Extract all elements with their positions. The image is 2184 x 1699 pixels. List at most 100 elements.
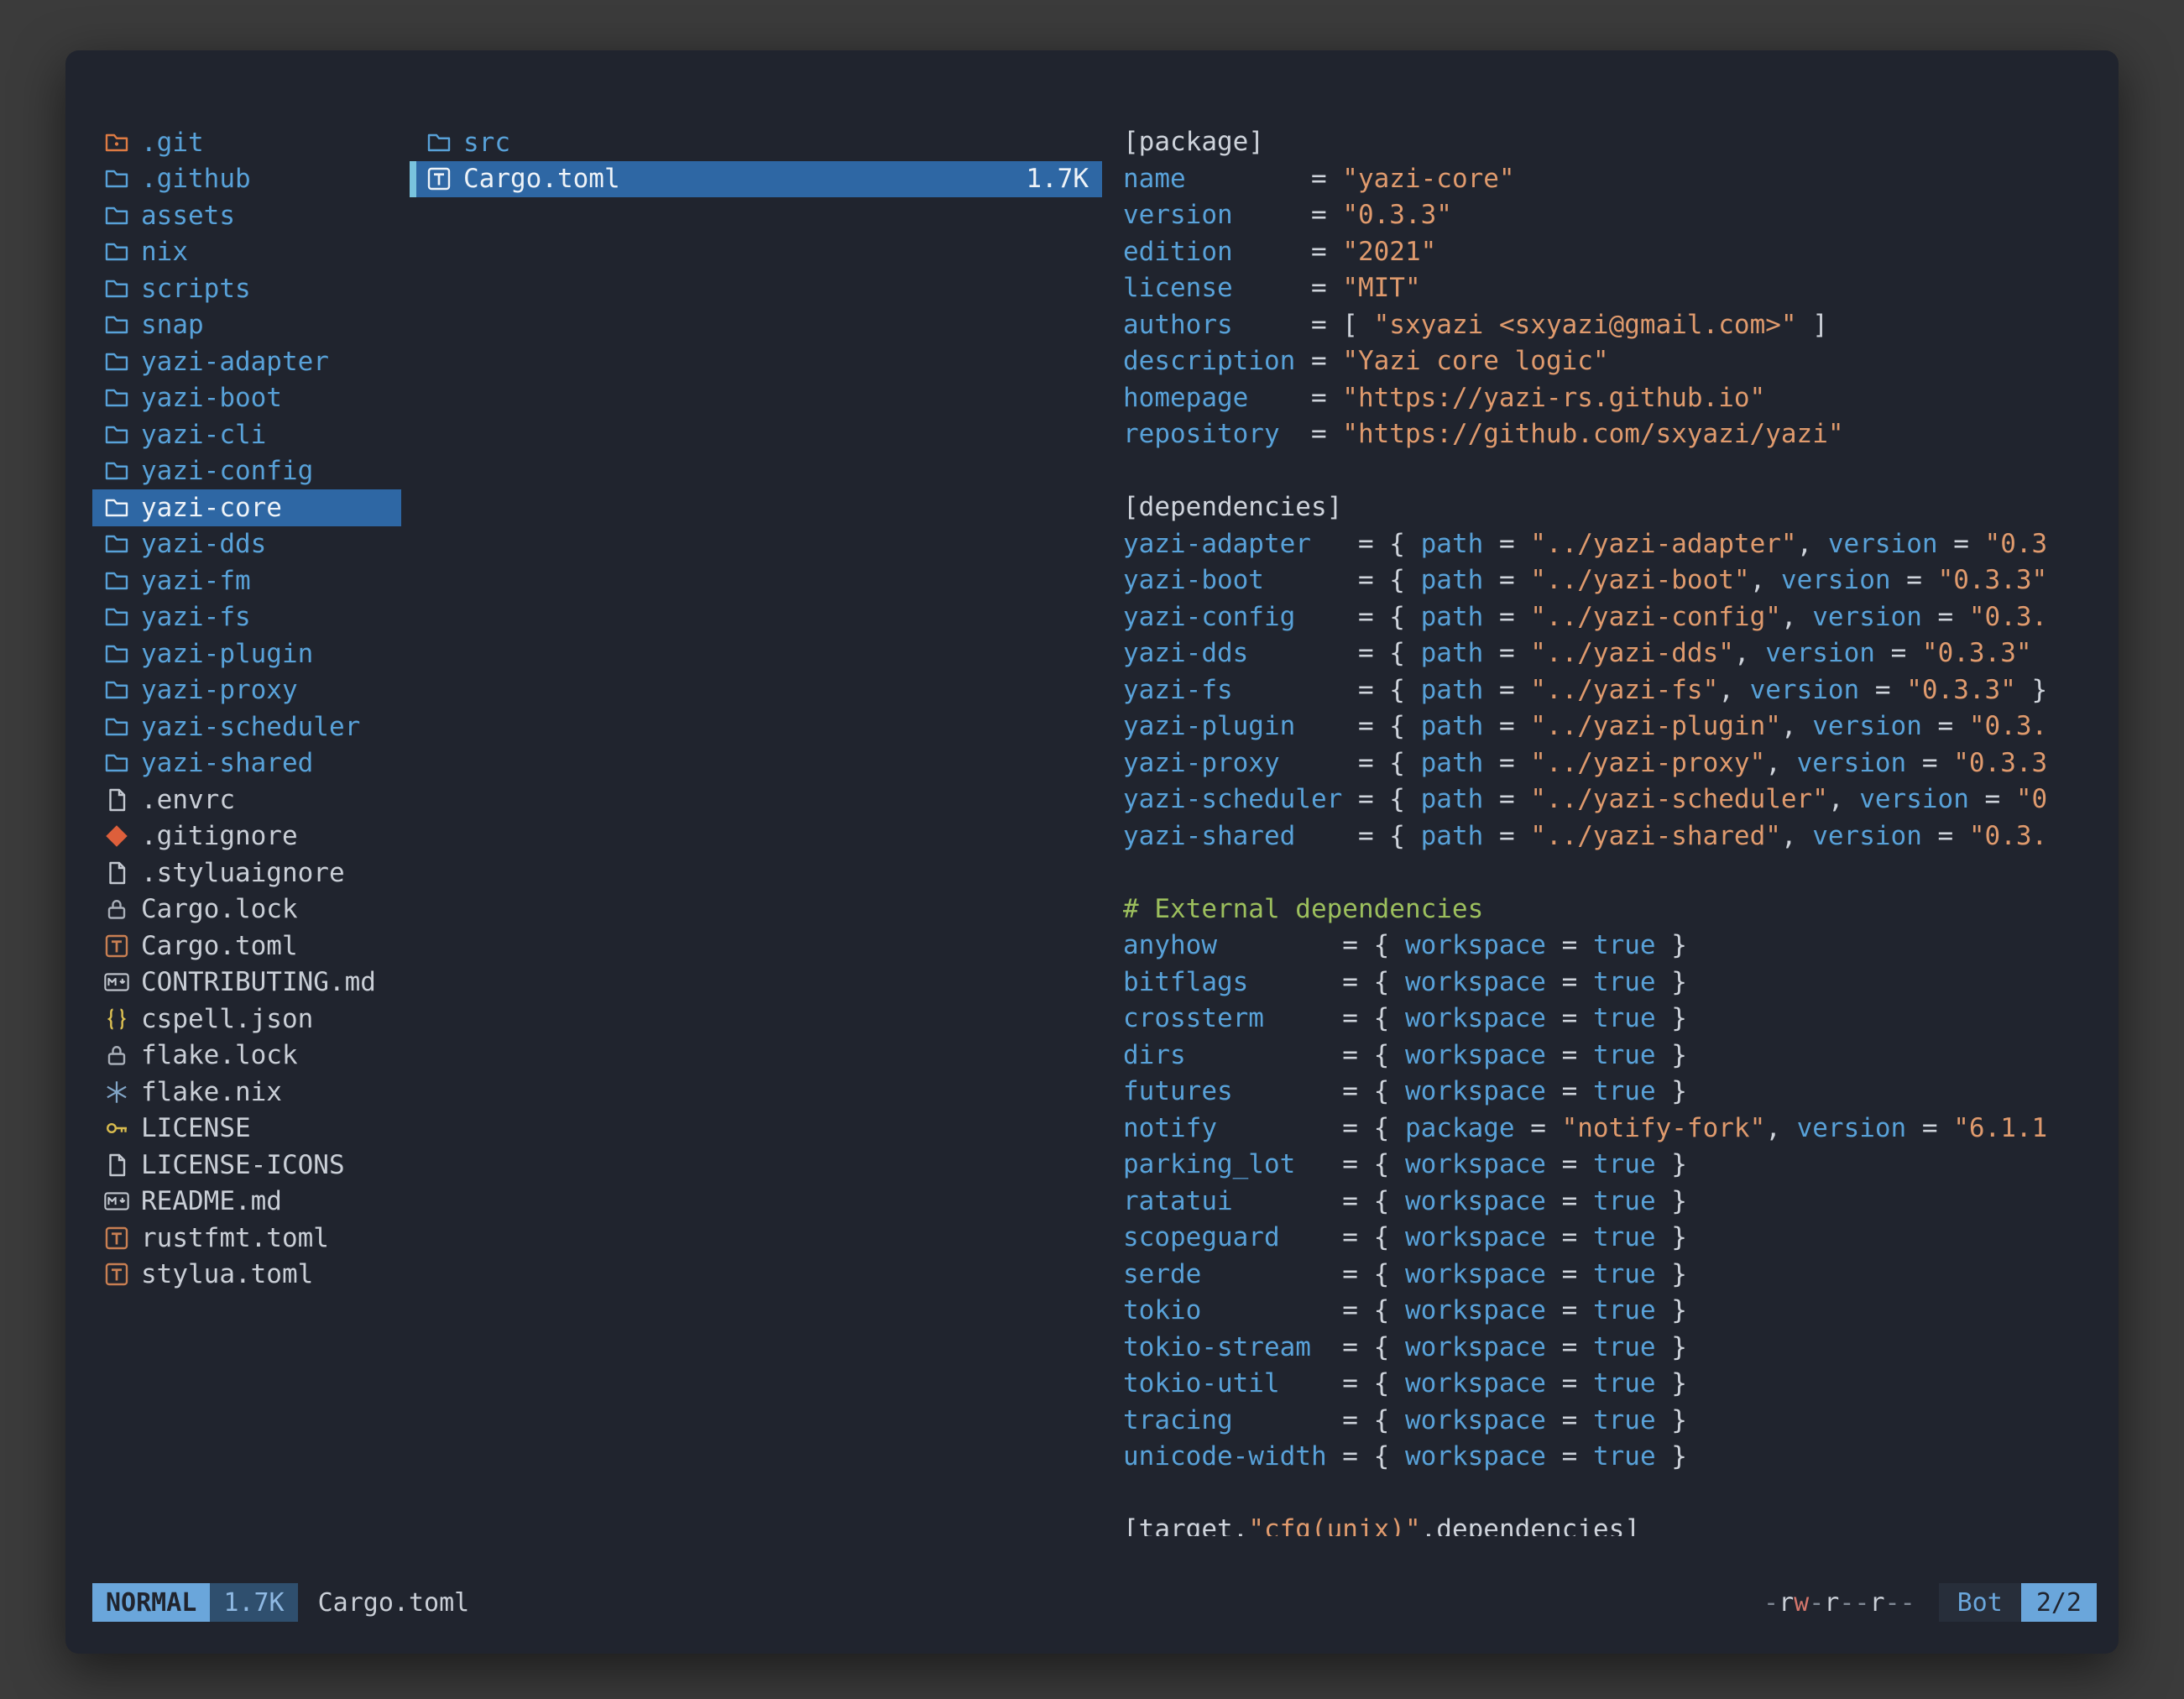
lock-icon bbox=[99, 897, 134, 922]
preview-line bbox=[1123, 453, 2097, 490]
file-row[interactable]: LICENSE bbox=[92, 1111, 401, 1147]
file-row[interactable]: src bbox=[410, 124, 1102, 161]
preview-line: edition = "2021" bbox=[1123, 234, 2097, 271]
status-filename: Cargo.toml bbox=[318, 1588, 470, 1618]
toml-icon bbox=[99, 1226, 134, 1251]
file-row[interactable]: assets bbox=[92, 197, 401, 234]
file-name: yazi-core bbox=[141, 493, 282, 523]
preview-line: crossterm = { workspace = true } bbox=[1123, 1001, 2097, 1038]
preview-line: repository = "https://github.com/sxyazi/… bbox=[1123, 416, 2097, 453]
file-name: yazi-boot bbox=[141, 383, 282, 413]
scroll-position-badge: Bot bbox=[1939, 1583, 2021, 1622]
parent-pane: .git.githubassetsnix scripts snapyazi-adap… bbox=[92, 124, 401, 1536]
file-row[interactable]: Cargo.toml bbox=[92, 928, 401, 965]
file-name: snap bbox=[141, 310, 204, 340]
file-row[interactable]: CONTRIBUTING.md bbox=[92, 965, 401, 1001]
file-row[interactable]: flake.lock bbox=[92, 1038, 401, 1074]
file-row[interactable]: .github bbox=[92, 161, 401, 198]
file-row[interactable]: .envrc bbox=[92, 782, 401, 818]
preview-line: dirs = { workspace = true } bbox=[1123, 1038, 2097, 1074]
file-row[interactable]: snap bbox=[92, 307, 401, 344]
mode-indicator: NORMAL bbox=[92, 1583, 210, 1622]
folder-icon bbox=[99, 203, 134, 228]
cursor-counter-badge: 2/2 bbox=[2021, 1583, 2097, 1622]
markdown-icon bbox=[99, 970, 134, 995]
file-row[interactable]: yazi-dds bbox=[92, 526, 401, 563]
file-row[interactable]: .styluaignore bbox=[92, 855, 401, 891]
file-row[interactable]: rustfmt.toml bbox=[92, 1220, 401, 1257]
folder-icon bbox=[99, 714, 134, 740]
file-row[interactable]: stylua.toml bbox=[92, 1257, 401, 1294]
file-row[interactable]: yazi-core bbox=[92, 489, 401, 526]
preview-line: ratatui = { workspace = true } bbox=[1123, 1184, 2097, 1221]
preview-line: anyhow = { workspace = true } bbox=[1123, 928, 2097, 965]
preview-line: yazi-plugin = { path = "../yazi-plugin",… bbox=[1123, 708, 2097, 745]
preview-line: # External dependencies bbox=[1123, 891, 2097, 928]
file-row[interactable]: .gitignore bbox=[92, 818, 401, 855]
preview-line: notify = { package = "notify-fork", vers… bbox=[1123, 1111, 2097, 1147]
preview-line: [dependencies] bbox=[1123, 489, 2097, 526]
preview-line: license = "MIT" bbox=[1123, 270, 2097, 307]
file-name: src bbox=[463, 128, 510, 158]
file-row[interactable]: Cargo.toml1.7K bbox=[410, 161, 1102, 198]
preview-line: tracing = { workspace = true } bbox=[1123, 1403, 2097, 1440]
lock-icon bbox=[99, 1043, 134, 1068]
preview-line: yazi-fs = { path = "../yazi-fs", version… bbox=[1123, 672, 2097, 709]
file-name: Cargo.lock bbox=[141, 894, 298, 924]
file-row[interactable]: flake.nix bbox=[92, 1074, 401, 1111]
preview-line: version = "0.3.3" bbox=[1123, 197, 2097, 234]
nix-icon bbox=[99, 1080, 134, 1105]
file-row[interactable]: yazi-proxy bbox=[92, 672, 401, 709]
preview-line: bitflags = { workspace = true } bbox=[1123, 965, 2097, 1001]
file-row[interactable]: yazi-adapter bbox=[92, 343, 401, 380]
file-row[interactable]: .git bbox=[92, 124, 401, 161]
file-row[interactable]: yazi-cli bbox=[92, 416, 401, 453]
toml-icon bbox=[99, 933, 134, 959]
file-row[interactable]: yazi-fm bbox=[92, 562, 401, 599]
file-row[interactable]: yazi-fs bbox=[92, 599, 401, 636]
preview-line: [package] bbox=[1123, 124, 2097, 161]
permissions-text: -rw-r--r-- bbox=[1763, 1588, 1915, 1618]
file-row[interactable]: nix bbox=[92, 234, 401, 271]
file-row[interactable]: README.md bbox=[92, 1184, 401, 1221]
file-name: yazi-scheduler bbox=[141, 712, 360, 742]
file-row[interactable]: yazi-scheduler bbox=[92, 708, 401, 745]
file-icon bbox=[99, 787, 134, 813]
folder-icon bbox=[99, 276, 134, 301]
file-row[interactable]: Cargo.lock bbox=[92, 891, 401, 928]
file-name: nix bbox=[141, 237, 188, 267]
preview-pane[interactable]: [package]name = "yazi-core"version = "0.… bbox=[1123, 124, 2097, 1536]
file-row[interactable]: LICENSE-ICONS bbox=[92, 1147, 401, 1184]
file-name: stylua.toml bbox=[141, 1259, 313, 1289]
file-name: scripts bbox=[141, 274, 251, 304]
preview-line bbox=[1123, 1476, 2097, 1513]
preview-line: parking_lot = { workspace = true } bbox=[1123, 1147, 2097, 1184]
file-row[interactable]: scripts bbox=[92, 270, 401, 307]
folder-icon bbox=[99, 641, 134, 667]
preview-line: tokio = { workspace = true } bbox=[1123, 1293, 2097, 1330]
file-name: rustfmt.toml bbox=[141, 1223, 329, 1253]
folder-icon bbox=[99, 531, 134, 557]
file-size: 1.7K bbox=[1026, 164, 1097, 194]
toml-icon bbox=[421, 166, 457, 191]
folder-icon bbox=[99, 349, 134, 374]
file-name: yazi-shared bbox=[141, 748, 313, 778]
file-row[interactable]: yazi-plugin bbox=[92, 635, 401, 672]
folder-icon bbox=[99, 677, 134, 703]
license-icon bbox=[99, 1116, 134, 1141]
file-name: .envrc bbox=[141, 785, 235, 815]
file-row[interactable]: cspell.json bbox=[92, 1001, 401, 1038]
folder-icon bbox=[99, 495, 134, 520]
file-row[interactable]: yazi-shared bbox=[92, 745, 401, 782]
file-name: Cargo.toml bbox=[141, 931, 298, 961]
file-name: .github bbox=[141, 164, 251, 194]
folder-icon bbox=[99, 239, 134, 264]
file-row[interactable]: yazi-boot bbox=[92, 380, 401, 417]
git-icon bbox=[99, 823, 134, 849]
status-bar: NORMAL 1.7K Cargo.toml -rw-r--r-- Bot 2/… bbox=[92, 1583, 2097, 1622]
file-row[interactable]: yazi-config bbox=[92, 453, 401, 490]
preview-line: [target."cfg(unix)".dependencies] bbox=[1123, 1512, 2097, 1536]
file-size-badge: 1.7K bbox=[210, 1583, 297, 1622]
preview-line: yazi-adapter = { path = "../yazi-adapter… bbox=[1123, 526, 2097, 563]
json-icon bbox=[99, 1006, 134, 1032]
